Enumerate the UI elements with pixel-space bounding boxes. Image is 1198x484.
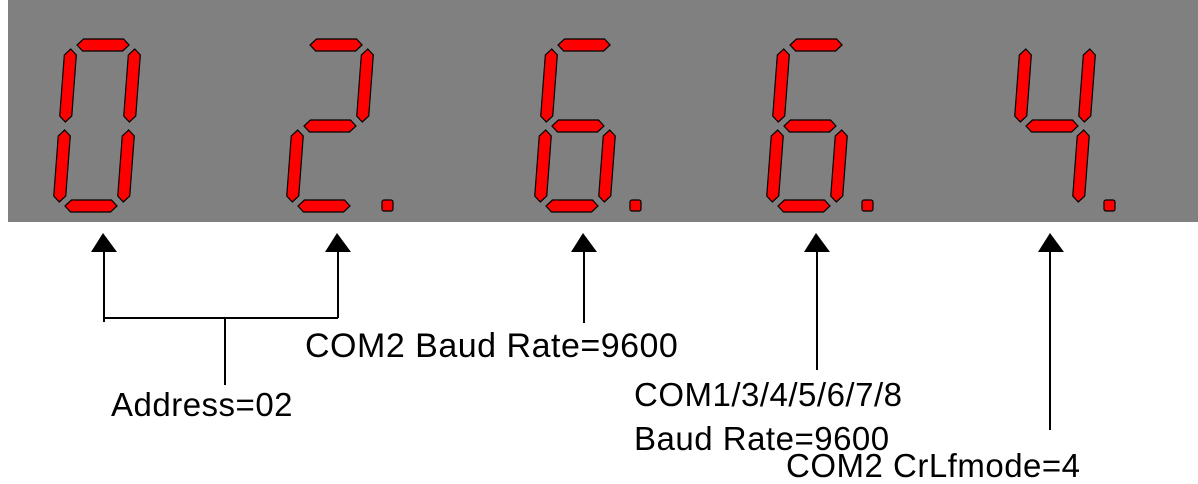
digit-3-segment-c <box>598 129 616 203</box>
digit-1-segment-e <box>53 129 71 203</box>
arrow-head-digit-5 <box>1038 233 1064 252</box>
address-label: Address=02 <box>111 386 294 423</box>
digits-layer <box>53 38 1116 213</box>
digit-2-decimal-point <box>381 199 394 212</box>
digit-4-segment-e <box>766 129 784 203</box>
digit-2-segment-g <box>303 119 357 133</box>
digit-5-segment-f <box>1014 48 1032 123</box>
digit-5-segment-b <box>1078 48 1096 123</box>
digit-1-segment-a <box>76 38 130 52</box>
digit-2-segment-d <box>297 199 351 213</box>
arrow-head-digit-4 <box>804 233 830 252</box>
digit-1-segment-f <box>59 48 77 123</box>
diagram-stage: Address=02 COM2 Baud Rate=9600 COM1/3/4/… <box>0 0 1198 484</box>
com1-ports-text: COM1/3/4/5/6/7/8 <box>634 376 903 413</box>
digit-3-segment-f <box>540 48 558 123</box>
digit-5-segment-g <box>1025 119 1079 133</box>
digit-3-decimal-point <box>629 199 642 212</box>
com2-crlf-mode-label: COM2 CrLfmode=4 <box>786 447 1081 484</box>
arrow-head-digit-2 <box>325 233 351 252</box>
arrow-head-digit-3 <box>571 233 597 252</box>
digit-4-segment-d <box>777 199 831 213</box>
digit-5-segment-c <box>1072 129 1090 203</box>
digit-4-segment-c <box>830 129 848 203</box>
arrow-head-digit-1 <box>91 233 117 252</box>
digit-4-decimal-point <box>861 199 874 212</box>
digit-3-segment-g <box>551 119 605 133</box>
com2-baud-rate-label: COM2 Baud Rate=9600 <box>305 327 679 365</box>
digit-1-segment-c <box>117 129 135 203</box>
digit-2-segment-e <box>286 129 304 203</box>
digit-1-segment-d <box>64 199 118 213</box>
digit-4-segment-g <box>783 119 837 133</box>
digit-1-segment-b <box>123 48 141 123</box>
digit-2-segment-b <box>356 48 374 123</box>
digit-2-segment-a <box>309 38 363 52</box>
digit-5-decimal-point <box>1103 199 1116 212</box>
digit-4-segment-a <box>789 38 843 52</box>
digit-3-segment-d <box>545 199 599 213</box>
digit-3-segment-e <box>534 129 552 203</box>
digit-3-segment-a <box>557 38 611 52</box>
digit-4-segment-f <box>772 48 790 123</box>
